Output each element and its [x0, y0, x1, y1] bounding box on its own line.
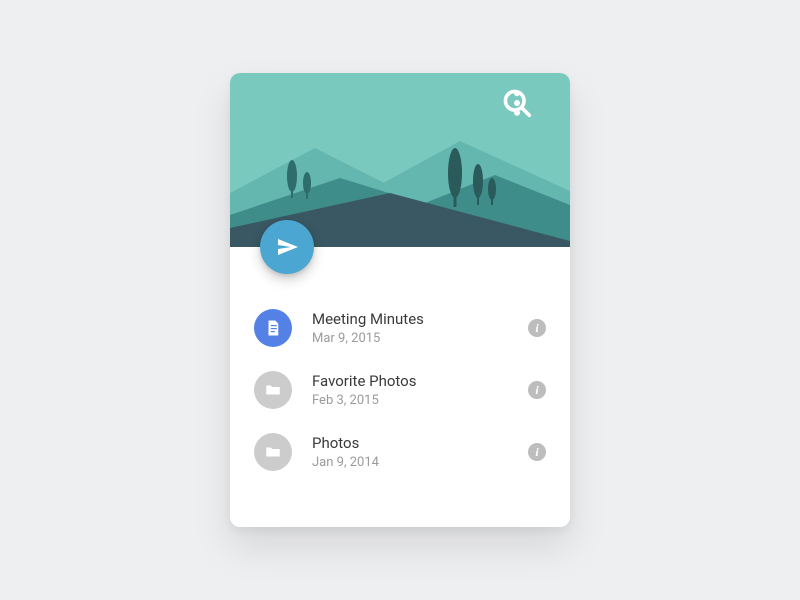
info-icon[interactable]: i: [528, 443, 546, 461]
list-item[interactable]: Meeting Minutes Mar 9, 2015 i: [254, 297, 546, 359]
item-subtitle: Jan 9, 2014: [312, 455, 508, 470]
info-icon[interactable]: i: [528, 319, 546, 337]
info-icon[interactable]: i: [528, 381, 546, 399]
item-text: Photos Jan 9, 2014: [312, 434, 508, 470]
doc-icon: [254, 309, 292, 347]
file-card: Meeting Minutes Mar 9, 2015 i Favorite P…: [230, 73, 570, 527]
list-item[interactable]: Favorite Photos Feb 3, 2015 i: [254, 359, 546, 421]
item-subtitle: Mar 9, 2015: [312, 331, 508, 346]
folder-icon: [254, 371, 292, 409]
item-title: Favorite Photos: [312, 372, 508, 392]
item-text: Favorite Photos Feb 3, 2015: [312, 372, 508, 408]
item-title: Photos: [312, 434, 508, 454]
list-item[interactable]: Photos Jan 9, 2014 i: [254, 421, 546, 483]
item-title: Meeting Minutes: [312, 310, 508, 330]
send-fab[interactable]: [260, 220, 314, 274]
item-text: Meeting Minutes Mar 9, 2015: [312, 310, 508, 346]
folder-icon: [254, 433, 292, 471]
header-actions: [476, 85, 558, 121]
file-list: Meeting Minutes Mar 9, 2015 i Favorite P…: [230, 247, 570, 483]
more-vert-icon[interactable]: [522, 85, 558, 121]
item-subtitle: Feb 3, 2015: [312, 393, 508, 408]
